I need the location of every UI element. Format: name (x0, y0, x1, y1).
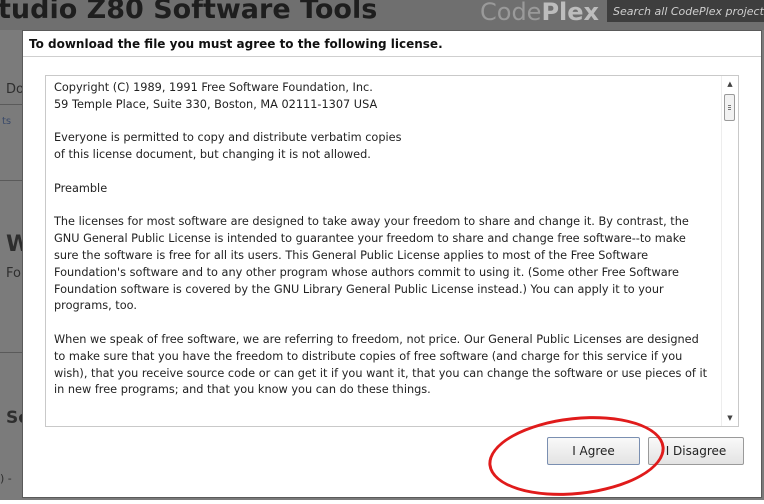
background-header: tudio Z80 Software Tools CodePlex Search… (0, 0, 764, 30)
license-paragraph: The licenses for most software are desig… (54, 215, 689, 313)
background-divider (0, 104, 22, 105)
license-dialog: To download the file you must agree to t… (22, 30, 762, 504)
logo-bold-text: Plex (541, 0, 600, 26)
background-project-title: tudio Z80 Software Tools (0, 0, 378, 25)
background-divider (0, 180, 22, 181)
license-line: 59 Temple Place, Suite 330, Boston, MA 0… (54, 97, 378, 111)
scroll-up-arrow-icon[interactable]: ▲ (722, 76, 738, 92)
license-scrollbar[interactable]: ▲ ▼ (721, 76, 738, 426)
license-preamble-heading: Preamble (54, 181, 108, 195)
license-line: Copyright (C) 1989, 1991 Free Software F… (54, 81, 373, 94)
scrollbar-grip (728, 107, 731, 108)
scrollbar-grip (728, 109, 731, 110)
background-search-input: Search all CodePlex projects (607, 0, 764, 22)
scrollbar-grip (728, 105, 731, 106)
license-text-box[interactable]: Copyright (C) 1989, 1991 Free Software F… (45, 75, 739, 427)
scrollbar-thumb[interactable] (724, 94, 735, 121)
background-text-fragment: ) - (0, 472, 12, 485)
background-link-fragment: ts (2, 116, 12, 127)
codeplex-logo: CodePlex (480, 0, 599, 26)
dialog-title: To download the file you must agree to t… (23, 31, 761, 57)
license-copyright: Copyright (C) 1989, 1991 Free Software F… (54, 80, 713, 114)
license-line: Everyone is permitted to copy and distri… (54, 131, 402, 145)
logo-light-text: Code (480, 0, 542, 26)
license-text: Copyright (C) 1989, 1991 Free Software F… (46, 76, 721, 426)
background-text-fragment: Fo (6, 266, 21, 281)
license-line: of this license document, but changing i… (54, 148, 371, 162)
license-permission: Everyone is permitted to copy and distri… (54, 130, 713, 164)
disagree-button[interactable]: I Disagree (648, 437, 744, 465)
license-paragraph: When we speak of free software, we are r… (54, 332, 708, 397)
background-divider (0, 352, 22, 353)
agree-button[interactable]: I Agree (547, 437, 640, 465)
scroll-down-arrow-icon[interactable]: ▼ (722, 410, 738, 426)
